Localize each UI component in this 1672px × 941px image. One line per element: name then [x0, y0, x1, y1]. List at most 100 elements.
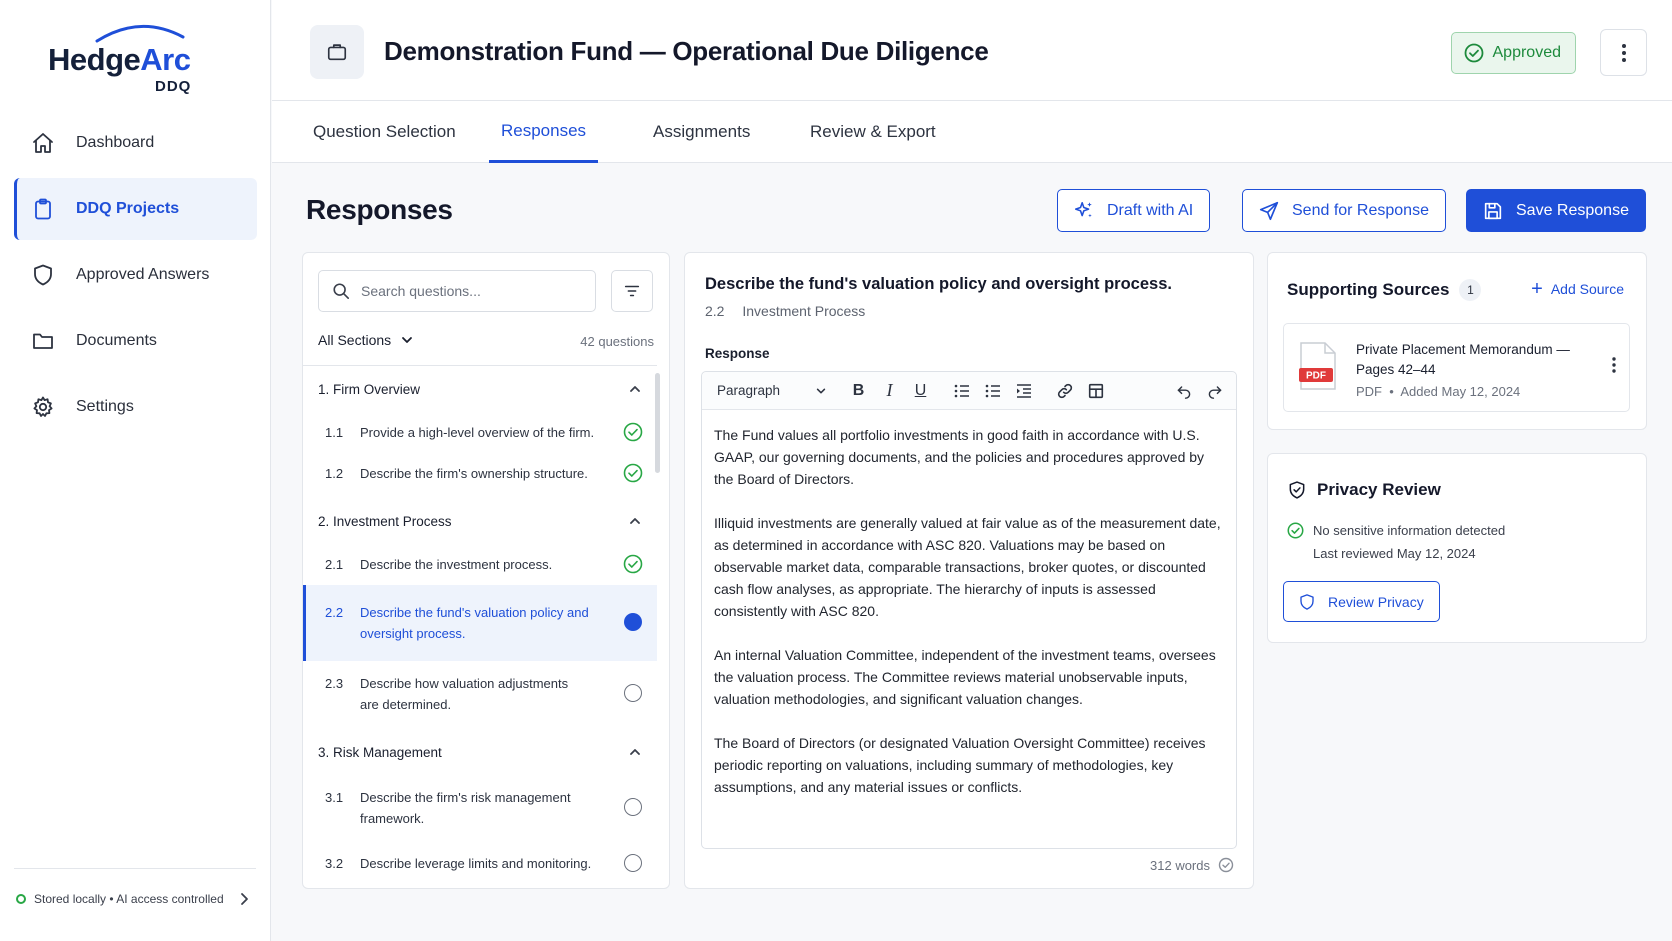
question-number: 2.3: [325, 676, 344, 691]
sidebar-item-approved-answers[interactable]: Approved Answers: [14, 244, 257, 306]
bullet-list-button[interactable]: [946, 377, 977, 405]
shield-icon: [34, 264, 52, 286]
indent-button[interactable]: [1008, 377, 1039, 405]
redo-button[interactable]: [1199, 377, 1230, 405]
current-question-meta: 2.2 Investment Process: [705, 303, 865, 319]
question-item-2-2[interactable]: 2.2 Describe the fund's valuation policy…: [303, 585, 657, 661]
sidebar-item-dashboard[interactable]: Dashboard: [14, 112, 257, 174]
response-paragraph: An internal Valuation Committee, indepen…: [714, 647, 1216, 707]
sidebar-item-documents[interactable]: Documents: [14, 310, 257, 372]
privacy-status: No sensitive information detected: [1287, 522, 1505, 539]
italic-button[interactable]: I: [874, 377, 905, 405]
draft-with-ai-button[interactable]: Draft with AI: [1057, 189, 1211, 232]
underline-button[interactable]: U: [905, 377, 936, 405]
question-item-2-3[interactable]: 2.3 Describe how valuation adjustments a…: [303, 661, 657, 727]
privacy-review-title: Privacy Review: [1287, 479, 1441, 501]
shield-icon: [1300, 593, 1314, 610]
word-count: 312 words: [1150, 857, 1234, 873]
sidebar-item-settings[interactable]: Settings: [14, 376, 257, 438]
section-header-firm-overview[interactable]: 1. Firm Overview: [303, 366, 657, 412]
hedgearc-logo[interactable]: HedgeArc DDQ: [48, 22, 198, 100]
source-more-button[interactable]: [1611, 356, 1617, 374]
logo-wordmark-part1: Hedge: [48, 42, 141, 77]
add-source-button[interactable]: + Add Source: [1531, 279, 1624, 299]
more-vertical-icon: [1612, 357, 1616, 373]
review-privacy-button[interactable]: Review Privacy: [1283, 581, 1440, 622]
insert-table-button[interactable]: [1080, 377, 1111, 405]
question-text: Provide a high-level overview of the fir…: [360, 425, 595, 440]
storage-status[interactable]: Stored locally • AI access controlled: [14, 868, 256, 907]
send-for-response-label: Send for Response: [1292, 201, 1429, 219]
chevron-down-icon: [816, 388, 826, 393]
response-paragraph: The Board of Directors (or designated Va…: [714, 735, 1206, 795]
question-item-2-1[interactable]: 2.1 Describe the investment process.: [303, 544, 657, 585]
draft-with-ai-label: Draft with AI: [1107, 201, 1194, 219]
tab-question-selection[interactable]: Question Selection: [301, 101, 468, 163]
numbered-list-icon: [985, 384, 1000, 397]
chevron-right-icon: [241, 893, 248, 905]
privacy-last-reviewed: Last reviewed May 12, 2024: [1313, 546, 1476, 561]
chevron-up-icon: [630, 386, 640, 392]
question-item-1-2[interactable]: 1.2 Describe the firm's ownership struct…: [303, 453, 657, 494]
home-icon: [33, 133, 53, 153]
section-header-investment-process[interactable]: 2. Investment Process: [303, 498, 657, 544]
status-dot-icon: [16, 894, 26, 904]
privacy-review-panel: Privacy Review No sensitive information …: [1267, 453, 1647, 643]
check-circle-icon: [623, 463, 643, 483]
tab-assignments[interactable]: Assignments: [641, 101, 762, 163]
save-response-button[interactable]: Save Response: [1466, 189, 1646, 232]
send-for-response-button[interactable]: Send for Response: [1242, 189, 1446, 232]
chevron-down-icon: [402, 337, 413, 343]
project-header: Demonstration Fund — Operational Due Dil…: [272, 0, 1672, 101]
logo-subtitle: DDQ: [155, 78, 192, 95]
section-title: 3. Risk Management: [318, 744, 442, 760]
question-item-3-1[interactable]: 3.1 Describe the firm's risk management …: [303, 775, 657, 841]
section-title: 1. Firm Overview: [318, 381, 421, 397]
check-circle-icon: [623, 554, 643, 574]
search-input[interactable]: [361, 283, 581, 299]
question-text: Describe how valuation adjustments are d…: [360, 676, 569, 712]
table-icon: [1088, 383, 1103, 398]
check-circle-icon: [1464, 43, 1483, 63]
empty-circle-icon: [622, 852, 644, 874]
source-type: PDF: [1356, 384, 1382, 399]
empty-circle-icon: [622, 796, 644, 818]
search-field[interactable]: [318, 270, 596, 312]
undo-button[interactable]: [1168, 377, 1199, 405]
briefcase-icon: [327, 44, 347, 61]
more-options-button[interactable]: [1600, 29, 1647, 76]
pdf-icon-label: PDF: [1306, 371, 1326, 382]
question-number: 1.1: [325, 425, 344, 440]
source-card[interactable]: PDF Private Placement Memorandum — Pages…: [1283, 323, 1630, 412]
response-text-area[interactable]: The Fund values all portfolio investment…: [702, 410, 1236, 798]
save-icon: [1484, 202, 1502, 219]
section-header-risk-management[interactable]: 3. Risk Management: [303, 729, 657, 775]
question-item-3-2[interactable]: 3.2 Describe leverage limits and monitor…: [303, 841, 657, 884]
question-number: 2.2: [325, 605, 344, 620]
project-title: Demonstration Fund — Operational Due Dil…: [384, 36, 989, 66]
page-title: Responses: [306, 194, 453, 225]
gear-icon: [33, 396, 53, 417]
question-item-1-1[interactable]: 1.1 Provide a high-level overview of the…: [303, 412, 657, 453]
sidebar-item-ddq-projects[interactable]: DDQ Projects: [14, 178, 257, 240]
filter-button[interactable]: [611, 270, 653, 312]
sidebar-item-label: Dashboard: [76, 134, 155, 151]
tab-review-export[interactable]: Review & Export: [798, 101, 948, 163]
question-list-scrollbar[interactable]: [655, 373, 660, 473]
sparkle-icon: [1074, 201, 1092, 217]
bold-button[interactable]: B: [843, 377, 874, 405]
question-number: 3.2: [325, 856, 344, 871]
section-filter-dropdown[interactable]: All Sections: [318, 332, 414, 348]
numbered-list-button[interactable]: [977, 377, 1008, 405]
tab-responses[interactable]: Responses: [489, 101, 599, 163]
search-icon: [333, 283, 350, 300]
insert-link-button[interactable]: [1049, 377, 1080, 405]
status-badge: Approved: [1450, 32, 1576, 74]
supporting-sources-panel: Supporting Sources 1 + Add Source PDF Pr…: [1267, 252, 1647, 430]
active-dot-icon: [622, 611, 644, 633]
meta-separator: •: [1385, 384, 1398, 399]
supporting-sources-heading: Supporting Sources: [1287, 280, 1450, 299]
question-list-panel: All Sections 42 questions 1. Firm Overvi…: [302, 252, 670, 889]
question-number: 3.1: [325, 790, 344, 805]
paragraph-style-dropdown[interactable]: Paragraph: [717, 383, 827, 398]
